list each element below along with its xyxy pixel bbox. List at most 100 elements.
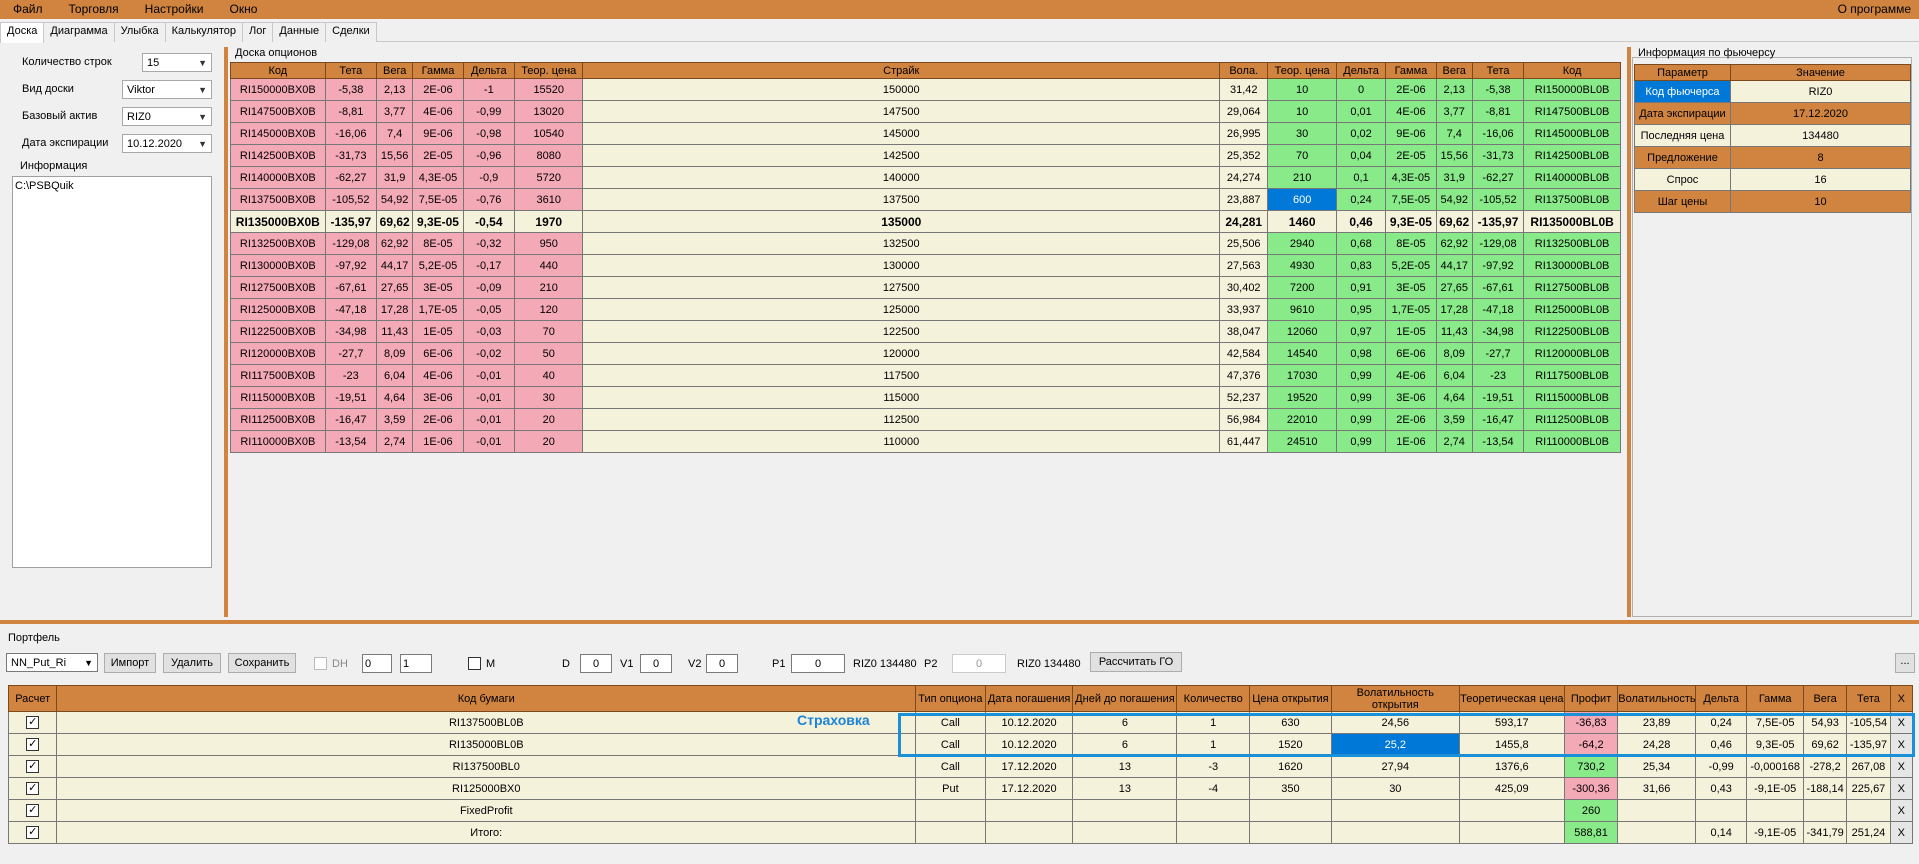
portfolio-cell[interactable]: 6 — [1072, 733, 1178, 756]
board-cell[interactable]: -62,27 — [324, 166, 378, 189]
portfolio-cell[interactable]: Call — [915, 711, 986, 734]
board-cell[interactable]: 7,5E-05 — [412, 188, 464, 211]
board-header-8[interactable]: Теор. цена — [1267, 62, 1337, 79]
board-cell[interactable]: -67,61 — [324, 276, 378, 299]
portfolio-cell[interactable]: 30 — [1330, 777, 1460, 800]
board-cell[interactable]: 2E-06 — [1385, 78, 1437, 101]
portfolio-cell[interactable]: -3 — [1176, 755, 1251, 778]
board-cell[interactable]: RI147500BL0B — [1523, 100, 1621, 123]
board-cell[interactable]: 9,3E-05 — [412, 210, 464, 233]
board-cell[interactable]: 210 — [513, 276, 584, 299]
board-cell[interactable]: -105,52 — [1471, 188, 1525, 211]
board-cell[interactable]: 3,59 — [376, 408, 414, 431]
portfolio-cell[interactable]: 1455,8 — [1458, 733, 1565, 756]
portfolio-header-5[interactable]: Количество — [1176, 685, 1251, 712]
board-cell[interactable]: 4,64 — [376, 386, 414, 409]
board-cell[interactable]: 10540 — [513, 122, 584, 145]
board-cell[interactable]: 62,92 — [1435, 232, 1473, 255]
board-cell[interactable]: RI147500BX0B — [230, 100, 326, 123]
board-cell[interactable]: 3E-05 — [1385, 276, 1437, 299]
board-cell[interactable]: RI145000BX0B — [230, 122, 326, 145]
futures-param[interactable]: Шаг цены — [1634, 190, 1731, 213]
portfolio-cell[interactable]: Итого: — [56, 821, 917, 844]
board-cell[interactable]: 0,99 — [1335, 408, 1387, 431]
board-row[interactable]: RI150000BX0B -5,38 2,13 2E-06 -1 15520 150000 3… — [230, 78, 1621, 101]
portfolio-cell[interactable]: 267,08 — [1846, 755, 1891, 778]
board-view-select[interactable]: Viktor ▼ — [122, 80, 212, 99]
d-input[interactable]: 0 — [580, 654, 612, 673]
board-row[interactable]: RI125000BX0B -47,18 17,28 1,7E-05 -0,05 120 12… — [230, 298, 1621, 321]
board-row[interactable]: RI112500BX0B -16,47 3,59 2E-06 -0,01 20 112500… — [230, 408, 1621, 431]
board-cell[interactable]: 30 — [513, 386, 584, 409]
board-row[interactable]: RI115000BX0B -19,51 4,64 3E-06 -0,01 30 115000… — [230, 386, 1621, 409]
portfolio-cell[interactable]: -64,2 — [1563, 733, 1619, 756]
board-cell[interactable]: -23 — [324, 364, 378, 387]
board-cell[interactable]: 2,74 — [376, 430, 414, 453]
portfolio-cell[interactable]: -9,1E-05 — [1746, 777, 1804, 800]
board-cell[interactable]: RI112500BL0B — [1523, 408, 1621, 431]
board-cell[interactable]: 47,376 — [1219, 364, 1269, 387]
board-cell[interactable]: 110000 — [582, 430, 1221, 453]
board-cell[interactable]: 24,281 — [1219, 210, 1269, 233]
board-header-7[interactable]: Вола. — [1219, 62, 1269, 79]
board-cell[interactable]: RI120000BL0B — [1523, 342, 1621, 365]
menu-about[interactable]: О программе — [1825, 0, 1919, 19]
portfolio-row[interactable]: ✓ RI125000BX0 Put 17.12.2020 13 -4 350 30 425,09… — [7, 777, 1914, 800]
portfolio-header-2[interactable]: Тип опциона — [915, 685, 986, 712]
board-cell[interactable]: 20 — [513, 408, 584, 431]
board-row[interactable]: RI122500BX0B -34,98 11,43 1E-05 -0,03 70 12250… — [230, 320, 1621, 343]
portfolio-cell[interactable] — [1176, 821, 1251, 844]
portfolio-cell[interactable]: RI125000BX0 — [56, 777, 917, 800]
board-cell[interactable]: -0,76 — [462, 188, 516, 211]
portfolio-cell[interactable] — [1249, 821, 1332, 844]
portfolio-row[interactable]: ✓ RI137500BL0 Call 17.12.2020 13 -3 1620 27,94 1… — [7, 755, 1914, 778]
portfolio-header-13[interactable]: Вега — [1802, 685, 1848, 712]
board-cell[interactable]: 0,46 — [1335, 210, 1387, 233]
board-cell[interactable]: 15,56 — [1435, 144, 1473, 167]
menu-settings[interactable]: Настройки — [132, 0, 217, 19]
board-cell[interactable]: -8,81 — [324, 100, 378, 123]
board-cell[interactable]: RI125000BL0B — [1523, 298, 1621, 321]
calculate-go-button[interactable]: Рассчитать ГО — [1090, 652, 1182, 672]
board-cell[interactable]: RI130000BL0B — [1523, 254, 1621, 277]
portfolio-cell[interactable]: 0,24 — [1694, 711, 1748, 734]
portfolio-cell[interactable]: 225,67 — [1846, 777, 1891, 800]
board-cell[interactable]: 4E-06 — [1385, 100, 1437, 123]
futures-value[interactable]: 10 — [1730, 190, 1911, 213]
calc-checkbox-cell[interactable]: ✓ — [7, 733, 58, 756]
portfolio-cell[interactable] — [915, 821, 986, 844]
board-header-11[interactable]: Вега — [1435, 62, 1473, 79]
portfolio-cell[interactable]: 17.12.2020 — [984, 777, 1074, 800]
board-cell[interactable]: -27,7 — [1471, 342, 1525, 365]
board-cell[interactable]: 127500 — [582, 276, 1221, 299]
board-cell[interactable]: 22010 — [1267, 408, 1337, 431]
portfolio-cell[interactable] — [1330, 821, 1460, 844]
board-cell[interactable]: 25,352 — [1219, 144, 1269, 167]
portfolio-header-9[interactable]: Профит — [1563, 685, 1619, 712]
board-cell[interactable]: 9,3E-05 — [1385, 210, 1437, 233]
portfolio-cell[interactable] — [1617, 799, 1696, 822]
board-cell[interactable]: 62,92 — [376, 232, 414, 255]
board-cell[interactable]: 27,563 — [1219, 254, 1269, 277]
board-cell[interactable]: -105,52 — [324, 188, 378, 211]
portfolio-row[interactable]: ✓ FixedProfit 260 X — [7, 799, 1914, 822]
board-cell[interactable]: 27,65 — [1435, 276, 1473, 299]
board-cell[interactable]: 9E-06 — [412, 122, 464, 145]
board-cell[interactable]: -47,18 — [1471, 298, 1525, 321]
portfolio-header-1[interactable]: Код бумаги — [56, 685, 917, 712]
board-cell[interactable]: 112500 — [582, 408, 1221, 431]
portfolio-cell[interactable]: 23,89 — [1617, 711, 1696, 734]
calc-checkbox[interactable]: ✓ — [26, 804, 40, 817]
futures-value[interactable]: 16 — [1730, 168, 1911, 191]
board-cell[interactable]: 4E-06 — [412, 100, 464, 123]
portfolio-cell[interactable]: 27,94 — [1330, 755, 1460, 778]
board-cell[interactable]: 3E-06 — [412, 386, 464, 409]
save-button[interactable]: Сохранить — [228, 653, 296, 673]
portfolio-header-12[interactable]: Гамма — [1746, 685, 1804, 712]
board-cell[interactable]: 0,01 — [1335, 100, 1387, 123]
portfolio-cell[interactable]: 0,14 — [1694, 821, 1748, 844]
board-cell[interactable]: RI140000BX0B — [230, 166, 326, 189]
board-cell[interactable]: 7200 — [1267, 276, 1337, 299]
board-cell[interactable]: RI122500BL0B — [1523, 320, 1621, 343]
portfolio-select[interactable]: NN_Put_Ri ▼ — [6, 653, 98, 672]
